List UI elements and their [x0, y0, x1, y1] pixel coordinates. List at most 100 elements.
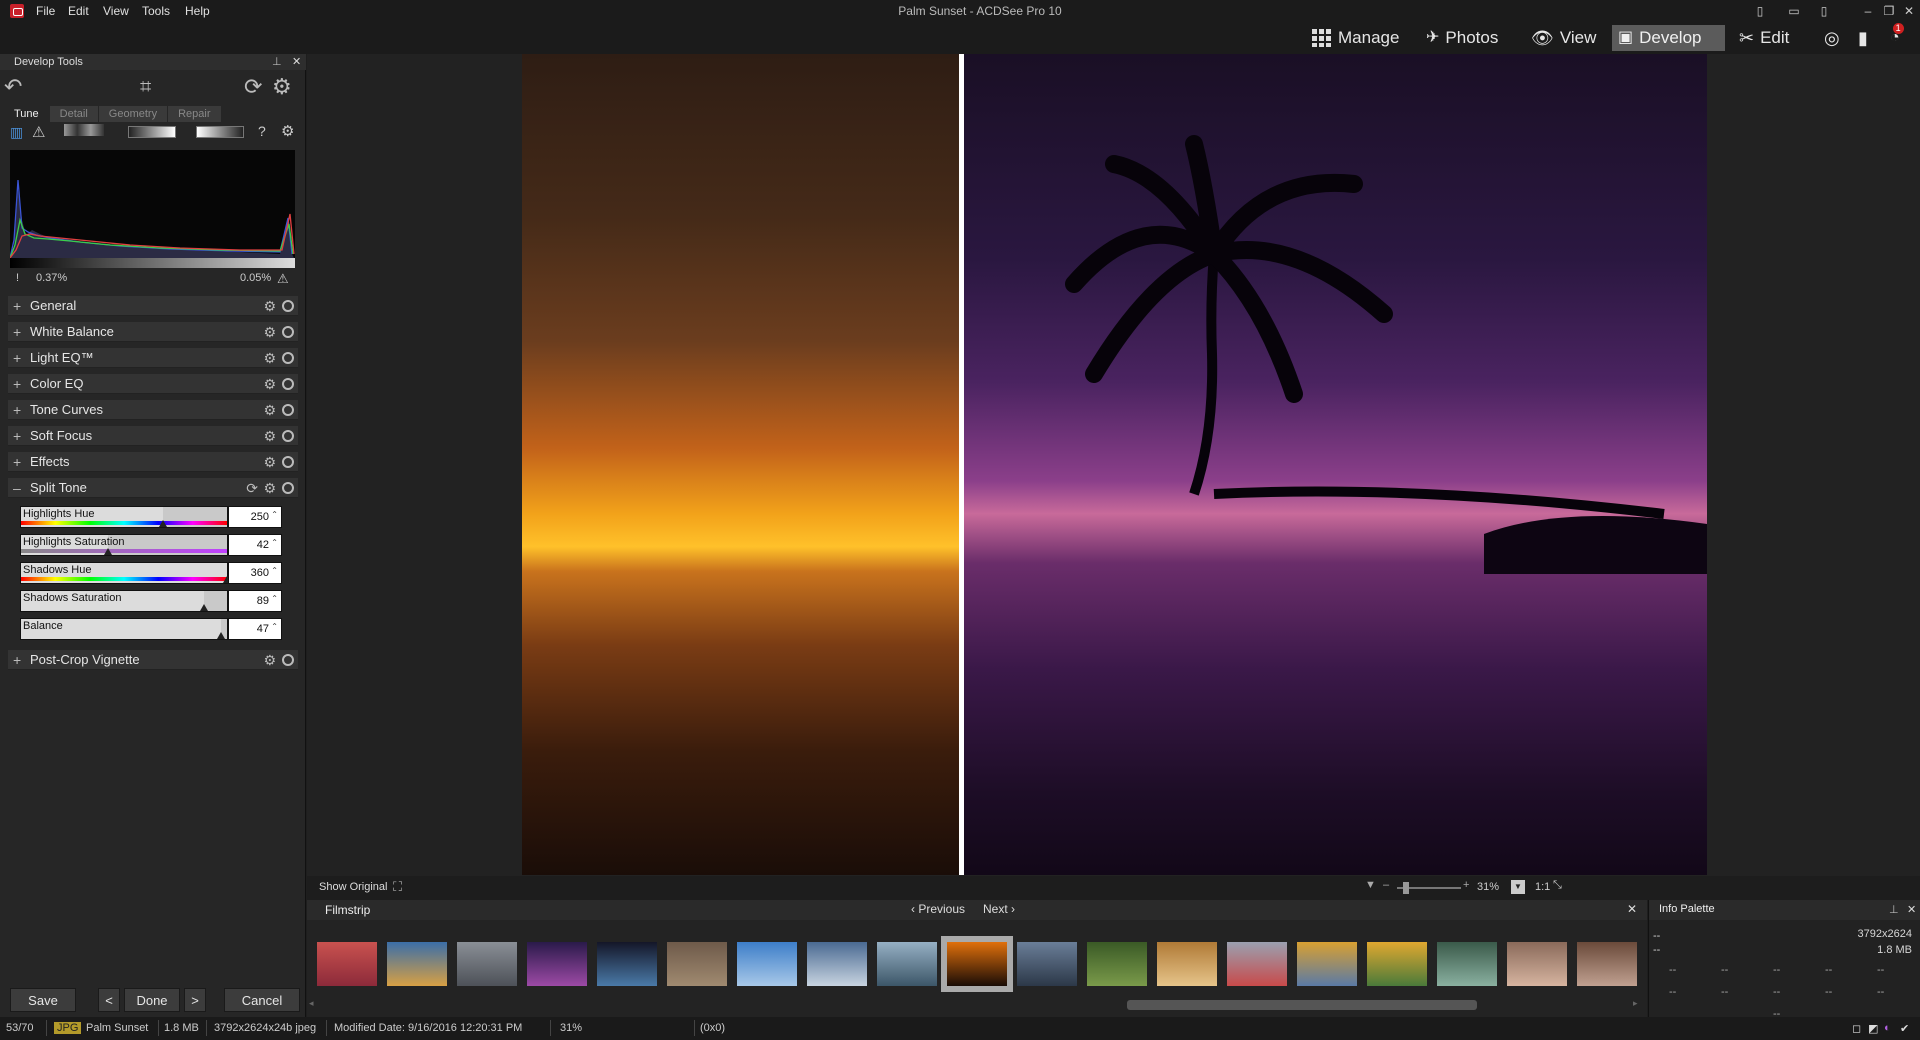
- filmstrip-thumbnail[interactable]: [737, 942, 797, 986]
- toggle-circle-icon[interactable]: [282, 378, 294, 390]
- color-icon[interactable]: ◐: [1884, 1022, 1891, 1034]
- filmstrip-thumbnail[interactable]: [1017, 942, 1077, 986]
- previous-button[interactable]: ‹ Previous: [911, 902, 965, 916]
- slider-track[interactable]: Highlights Hue: [20, 506, 228, 528]
- section-post-crop-vignette[interactable]: + Post-Crop Vignette ⚙: [8, 650, 298, 670]
- close-icon[interactable]: ✕: [1901, 3, 1917, 19]
- before-after-divider[interactable]: [959, 54, 964, 875]
- undo-icon[interactable]: ↶: [4, 76, 22, 98]
- histogram-settings-icon[interactable]: ⚙: [281, 122, 294, 140]
- filmstrip-thumbnail[interactable]: [1577, 942, 1637, 986]
- shadows-hue-slider[interactable]: Shadows Hue 360: [20, 561, 282, 584]
- toggle-circle-icon[interactable]: [282, 482, 294, 494]
- section-split-tone[interactable]: – Split Tone ⟳ ⚙: [8, 478, 298, 498]
- filmstrip-thumbnail[interactable]: [1157, 942, 1217, 986]
- slider-track[interactable]: Shadows Saturation: [20, 590, 228, 612]
- filmstrip-thumbnail[interactable]: [667, 942, 727, 986]
- tab-repair[interactable]: Repair: [168, 106, 221, 122]
- gear-icon[interactable]: ⚙: [263, 452, 276, 472]
- show-original-button[interactable]: Show Original: [319, 881, 387, 893]
- gradient-black-white[interactable]: [128, 126, 176, 138]
- zoom-in-icon[interactable]: +: [1463, 879, 1469, 891]
- shadows-saturation-slider[interactable]: Shadows Saturation 89: [20, 589, 282, 612]
- slider-thumb[interactable]: [217, 632, 225, 639]
- gear-icon[interactable]: ⚙: [263, 296, 276, 316]
- done-button[interactable]: Done: [124, 988, 180, 1012]
- pin-icon[interactable]: ⊥: [272, 54, 282, 70]
- warning-icon[interactable]: ⚠: [32, 123, 45, 141]
- gear-icon[interactable]: ⚙: [263, 426, 276, 446]
- selection-rect-icon[interactable]: ◻: [1852, 1022, 1861, 1035]
- gear-icon[interactable]: ⚙: [263, 650, 276, 670]
- actual-size-button[interactable]: 1:1: [1535, 881, 1550, 893]
- filmstrip-thumbnail[interactable]: [1507, 942, 1567, 986]
- filmstrip-thumbnail[interactable]: [1297, 942, 1357, 986]
- section-soft-focus[interactable]: + Soft Focus ⚙: [8, 426, 298, 446]
- minimize-icon[interactable]: –: [1860, 3, 1876, 19]
- filmstrip-thumbnail[interactable]: [387, 942, 447, 986]
- scroll-right-icon[interactable]: ▸: [1633, 998, 1638, 1009]
- filmstrip-thumbnail[interactable]: [877, 942, 937, 986]
- notifications-button[interactable]: ◔ 1: [1884, 23, 1906, 51]
- auto-focus-icon[interactable]: ⌗: [140, 76, 151, 98]
- mode-365-button[interactable]: ◎: [1818, 25, 1846, 51]
- slider-thumb[interactable]: [104, 548, 112, 555]
- channel-selector-icon[interactable]: [64, 124, 104, 136]
- section-white-balance[interactable]: + White Balance ⚙: [8, 322, 298, 342]
- gear-icon[interactable]: ⚙: [263, 348, 276, 368]
- before-after-photo[interactable]: [522, 54, 1707, 875]
- toggle-circle-icon[interactable]: [282, 654, 294, 666]
- settings-gear-icon[interactable]: ⚙: [272, 76, 292, 98]
- filmstrip-thumbnail[interactable]: [941, 936, 1013, 992]
- check-icon[interactable]: ✔: [1900, 1022, 1909, 1035]
- highlights-hue-value[interactable]: 250: [228, 505, 282, 528]
- pin-icon[interactable]: ⊥: [1889, 903, 1899, 916]
- help-icon[interactable]: ?: [258, 123, 266, 139]
- toggle-circle-icon[interactable]: [282, 430, 294, 442]
- filmstrip-thumbnail[interactable]: [1227, 942, 1287, 986]
- layout-left-icon[interactable]: ▯: [1752, 3, 1768, 19]
- highlight-clip-icon[interactable]: ⚠: [277, 271, 289, 287]
- histogram-icon[interactable]: ▥: [10, 124, 23, 141]
- gear-icon[interactable]: ⚙: [263, 400, 276, 420]
- filmstrip-thumbnail[interactable]: [597, 942, 657, 986]
- section-color-eq[interactable]: + Color EQ ⚙: [8, 374, 298, 394]
- scroll-left-icon[interactable]: ◂: [309, 998, 314, 1009]
- restore-icon[interactable]: ❐: [1881, 3, 1897, 19]
- tab-detail[interactable]: Detail: [49, 106, 98, 122]
- mode-edit-button[interactable]: ✂ Edit: [1733, 25, 1795, 51]
- shadows-hue-value[interactable]: 360: [228, 561, 282, 584]
- filmstrip-thumbnail[interactable]: [1367, 942, 1427, 986]
- mode-dashboard-button[interactable]: ▮: [1852, 25, 1874, 51]
- cancel-button[interactable]: Cancel: [224, 988, 300, 1012]
- gradient-white-black[interactable]: [196, 126, 244, 138]
- filmstrip-close-icon[interactable]: ✕: [1627, 902, 1637, 916]
- mode-develop-button[interactable]: ▣ Develop: [1612, 25, 1725, 51]
- filmstrip-thumbnail[interactable]: [1087, 942, 1147, 986]
- gear-icon[interactable]: ⚙: [263, 478, 276, 498]
- layout-bottom-icon[interactable]: ▭: [1786, 3, 1802, 19]
- info-close-icon[interactable]: ✕: [1907, 903, 1916, 916]
- section-effects[interactable]: + Effects ⚙: [8, 452, 298, 472]
- shadows-saturation-value[interactable]: 89: [228, 589, 282, 612]
- save-button[interactable]: Save: [10, 988, 76, 1012]
- filmstrip-thumbnail[interactable]: [1437, 942, 1497, 986]
- highlights-hue-slider[interactable]: Highlights Hue 250: [20, 505, 282, 528]
- toggle-circle-icon[interactable]: [282, 300, 294, 312]
- tab-tune[interactable]: Tune: [4, 106, 49, 122]
- panel-close-icon[interactable]: ✕: [292, 54, 301, 70]
- balance-value[interactable]: 47: [228, 617, 282, 640]
- mode-manage-button[interactable]: Manage: [1306, 25, 1405, 51]
- filmstrip-thumbnail[interactable]: [807, 942, 867, 986]
- slider-track[interactable]: Highlights Saturation: [20, 534, 228, 556]
- image-canvas[interactable]: [307, 54, 1920, 876]
- filmstrip-thumbnail[interactable]: [457, 942, 517, 986]
- fit-icon[interactable]: ⤡: [1553, 879, 1562, 892]
- slider-thumb[interactable]: [159, 520, 167, 527]
- zoom-out-icon[interactable]: –: [1383, 879, 1389, 891]
- shadow-clip-icon[interactable]: !: [16, 272, 19, 284]
- mode-view-button[interactable]: 👁 View: [1525, 25, 1602, 51]
- toggle-circle-icon[interactable]: [282, 404, 294, 416]
- reset-icon[interactable]: ⟳: [244, 76, 262, 98]
- previous-image-button[interactable]: <: [98, 988, 120, 1012]
